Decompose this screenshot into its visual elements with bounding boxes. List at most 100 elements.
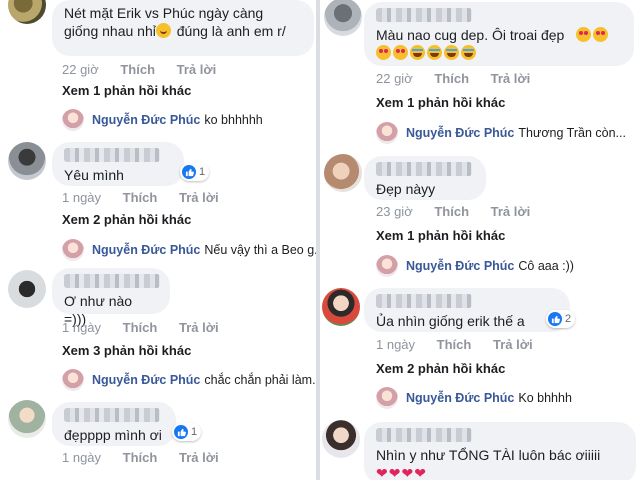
comment-text: Ủa nhìn giống erik thế a	[376, 313, 525, 329]
heart-icon: ❤	[388, 465, 401, 480]
avatar[interactable]	[8, 270, 46, 308]
reply-author-name[interactable]: Nguyễn Đức Phúc	[406, 391, 514, 405]
reply-button[interactable]: Trả lời	[491, 71, 531, 86]
comment-bubble: Ủa nhìn giống erik thế a	[364, 288, 570, 332]
reaction-count: 2	[565, 313, 572, 325]
view-more-replies-link[interactable]: Xem 1 phản hồi khác	[62, 83, 191, 98]
view-more-replies-link[interactable]: Xem 3 phản hồi khác	[62, 343, 191, 358]
laughing-icon	[461, 45, 476, 60]
avatar	[376, 122, 398, 144]
reaction-count-badge[interactable]: 1	[180, 163, 210, 181]
blurred-author-name	[64, 148, 160, 162]
reply-preview[interactable]: Nguyễn Đức Phúc Ko bhhhh	[376, 386, 572, 410]
reply-button[interactable]: Trả lời	[179, 450, 219, 465]
avatar	[62, 239, 84, 261]
comment-time: 22 giờ	[62, 62, 99, 77]
reply-preview[interactable]: Nguyễn Đức Phúc ko bhhhhh	[62, 108, 263, 132]
avatar	[376, 387, 398, 409]
blurred-author-name	[376, 428, 472, 442]
avatar[interactable]	[8, 0, 46, 24]
avatar[interactable]	[324, 154, 362, 192]
like-button[interactable]: Thích	[123, 190, 158, 205]
laughing-icon	[410, 45, 425, 60]
reply-author-name[interactable]: Nguyễn Đức Phúc	[406, 126, 514, 140]
reply-button[interactable]: Trả lời	[177, 62, 217, 77]
blurred-author-name	[376, 162, 472, 176]
comment-time: 22 giờ	[376, 71, 413, 86]
comment-text: Nhìn y như TỔNG TÀI luôn bác ơiiiii	[376, 447, 601, 463]
like-button[interactable]: Thích	[437, 337, 472, 352]
comment-time: 1 ngày	[62, 450, 102, 465]
heart-eyes-icon	[593, 27, 609, 42]
reply-text: chắc chắn phải làm...	[204, 373, 316, 387]
comment-time: 1 ngày	[62, 320, 102, 335]
avatar[interactable]	[322, 288, 360, 326]
reaction-count: 1	[191, 426, 198, 438]
reply-text: Cô aaa :))	[518, 259, 574, 273]
avatar	[62, 109, 84, 131]
comment-meta: 22 giờ Thích Trả lời	[62, 62, 234, 78]
reply-button[interactable]: Trả lời	[179, 320, 219, 335]
reply-text: Thương Trần còn...	[518, 126, 626, 140]
comment-bubble: Nhìn y như TỔNG TÀI luôn bác ơiiiii ❤❤❤❤	[364, 422, 636, 480]
comment-meta: 1 ngày Thích Trả lời	[62, 320, 237, 336]
comment-text: đẹpppp mình ơi	[64, 427, 162, 443]
reply-preview[interactable]: Nguyễn Đức Phúc Thương Trần còn...	[376, 121, 626, 145]
right-comment-column: Màu nao cug dep. Ôi troai đẹp 22 giờ Thí…	[320, 0, 640, 480]
comment-meta: 23 giờ Thích Trả lời	[376, 204, 548, 220]
like-button[interactable]: Thích	[123, 320, 158, 335]
comment-meta: 1 ngày Thích Trả lời	[62, 450, 237, 466]
reply-preview[interactable]: Nguyễn Đức Phúc Cô aaa :))	[376, 254, 574, 278]
blurred-author-name	[376, 8, 472, 22]
comment-meta: 1 ngày Thích Trả lời	[62, 190, 237, 206]
heart-eyes-icon	[576, 27, 592, 42]
heart-eyes-icon	[393, 45, 408, 60]
avatar	[62, 369, 84, 391]
heart-icon: ❤	[376, 465, 388, 480]
comment-bubble: Màu nao cug dep. Ôi troai đẹp	[364, 2, 634, 66]
comment-time: 23 giờ	[376, 204, 413, 219]
comment-bubble: Yêu mình	[52, 142, 184, 186]
reply-text: ko bhhhhh	[204, 113, 263, 127]
comment-text: Màu nao cug dep. Ôi troai đẹp	[376, 27, 565, 43]
like-button[interactable]: Thích	[123, 450, 158, 465]
comment-bubble: Ơ như nào =)))	[52, 268, 170, 327]
reply-author-name[interactable]: Nguyễn Đức Phúc	[92, 113, 200, 127]
reply-author-name[interactable]: Nguyễn Đức Phúc	[92, 243, 200, 257]
reply-button[interactable]: Trả lời	[179, 190, 219, 205]
avatar	[376, 255, 398, 277]
reaction-count-badge[interactable]: 2	[546, 310, 576, 328]
avatar[interactable]	[322, 420, 360, 458]
reply-text: Ko bhhhh	[518, 391, 572, 405]
view-more-replies-link[interactable]: Xem 1 phản hồi khác	[376, 95, 505, 110]
like-button[interactable]: Thích	[434, 71, 469, 86]
reaction-count-badge[interactable]: 1	[172, 423, 202, 441]
like-button[interactable]: Thích	[434, 204, 469, 219]
avatar[interactable]	[8, 400, 46, 438]
avatar[interactable]	[324, 0, 362, 36]
like-button[interactable]: Thích	[120, 62, 155, 77]
view-more-replies-link[interactable]: Xem 1 phản hồi khác	[376, 228, 505, 243]
reply-author-name[interactable]: Nguyễn Đức Phúc	[92, 373, 200, 387]
reply-author-name[interactable]: Nguyễn Đức Phúc	[406, 259, 514, 273]
view-more-replies-link[interactable]: Xem 2 phản hồi khác	[62, 212, 191, 227]
comment-bubble: Nét mặt Erik vs Phúc ngày càng giống nha…	[52, 0, 314, 56]
reply-preview[interactable]: Nguyễn Đức Phúc chắc chắn phải làm...	[62, 368, 316, 392]
comment-text: Yêu mình	[64, 167, 124, 183]
heart-icon: ❤	[401, 465, 414, 480]
reply-text: Nếu vậy thì a Beo g...	[204, 243, 316, 257]
reply-preview[interactable]: Nguyễn Đức Phúc Nếu vậy thì a Beo g...	[62, 238, 316, 262]
comment-time: 1 ngày	[62, 190, 102, 205]
reply-button[interactable]: Trả lời	[491, 204, 531, 219]
comment-bubble: đẹpppp mình ơi	[52, 402, 176, 446]
comment-meta: 1 ngày Thích Trả lời	[376, 337, 551, 353]
reply-button[interactable]: Trả lời	[493, 337, 533, 352]
heart-eyes-icon	[376, 45, 391, 60]
comment-meta: 22 giờ Thích Trả lời	[376, 71, 548, 87]
view-more-replies-link[interactable]: Xem 2 phản hồi khác	[376, 361, 505, 376]
left-comment-column: Nét mặt Erik vs Phúc ngày càng giống nha…	[0, 0, 316, 480]
laughing-icon	[427, 45, 442, 60]
comment-time: 1 ngày	[376, 337, 416, 352]
avatar[interactable]	[8, 142, 46, 180]
comment-bubble: Đẹp nàyy	[364, 156, 486, 200]
